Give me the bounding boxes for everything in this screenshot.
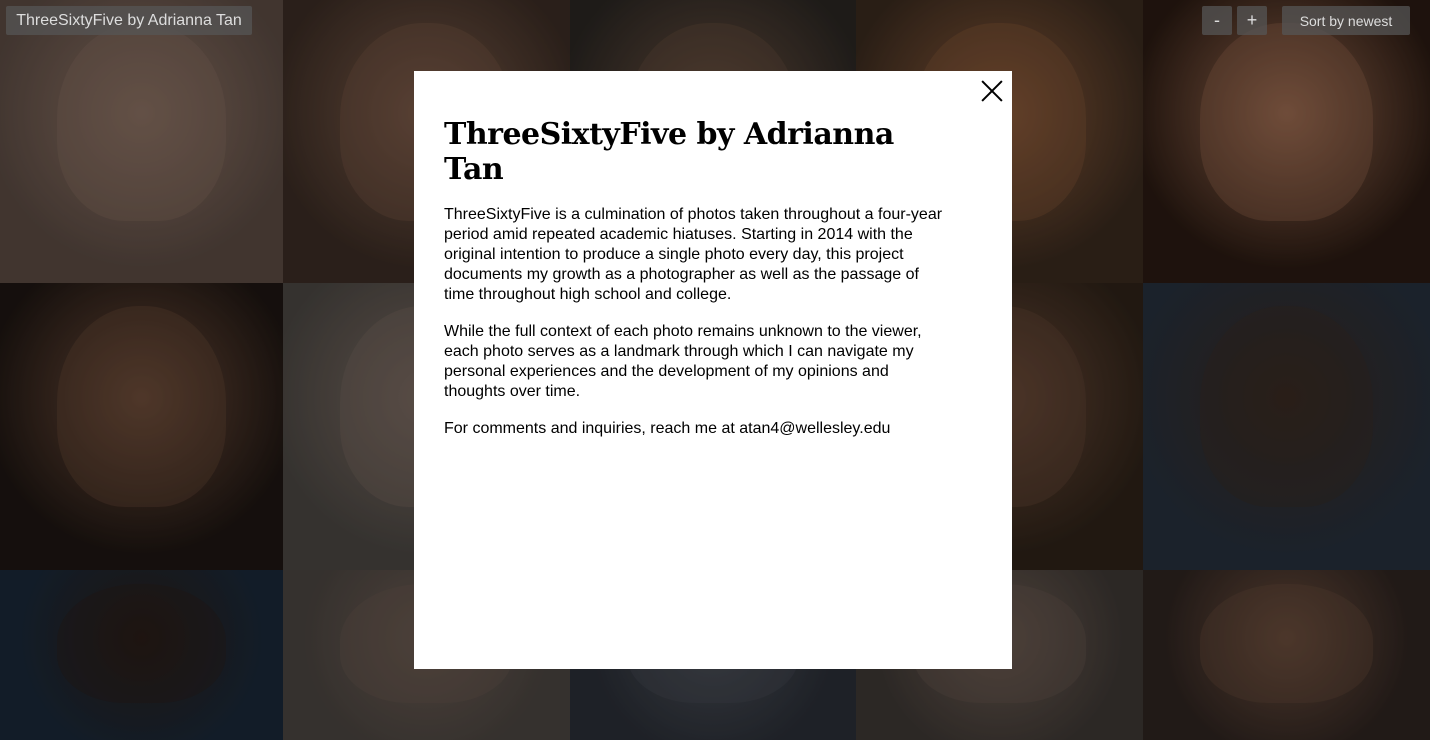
tile-overlay xyxy=(0,283,283,570)
modal-paragraph-1: ThreeSixtyFive is a culmination of photo… xyxy=(444,206,943,303)
tile-overlay xyxy=(1143,283,1430,570)
site-title-button[interactable]: ThreeSixtyFive by Adrianna Tan xyxy=(6,6,252,35)
tile-overlay xyxy=(1143,0,1430,283)
modal-title: ThreeSixtyFive by Adrianna Tan xyxy=(444,117,894,187)
sort-button[interactable]: Sort by newest xyxy=(1282,6,1410,35)
tile-overlay xyxy=(1143,570,1430,740)
modal-contact-text: For comments and inquiries, reach me at … xyxy=(444,420,891,437)
about-modal: ThreeSixtyFive by Adrianna Tan ThreeSixt… xyxy=(414,71,1012,669)
photo-tile[interactable] xyxy=(1143,0,1430,283)
photo-tile[interactable] xyxy=(0,0,283,283)
photo-tile[interactable] xyxy=(0,570,283,740)
photo-tile[interactable] xyxy=(0,283,283,570)
photo-tile[interactable] xyxy=(1143,570,1430,740)
modal-paragraph-2: While the full context of each photo rem… xyxy=(444,323,922,400)
zoom-in-button[interactable]: + xyxy=(1237,6,1267,35)
tile-overlay xyxy=(0,0,283,283)
tile-overlay xyxy=(0,570,283,740)
zoom-out-button[interactable]: - xyxy=(1202,6,1232,35)
photo-tile[interactable] xyxy=(1143,283,1430,570)
close-icon[interactable] xyxy=(980,79,1004,103)
